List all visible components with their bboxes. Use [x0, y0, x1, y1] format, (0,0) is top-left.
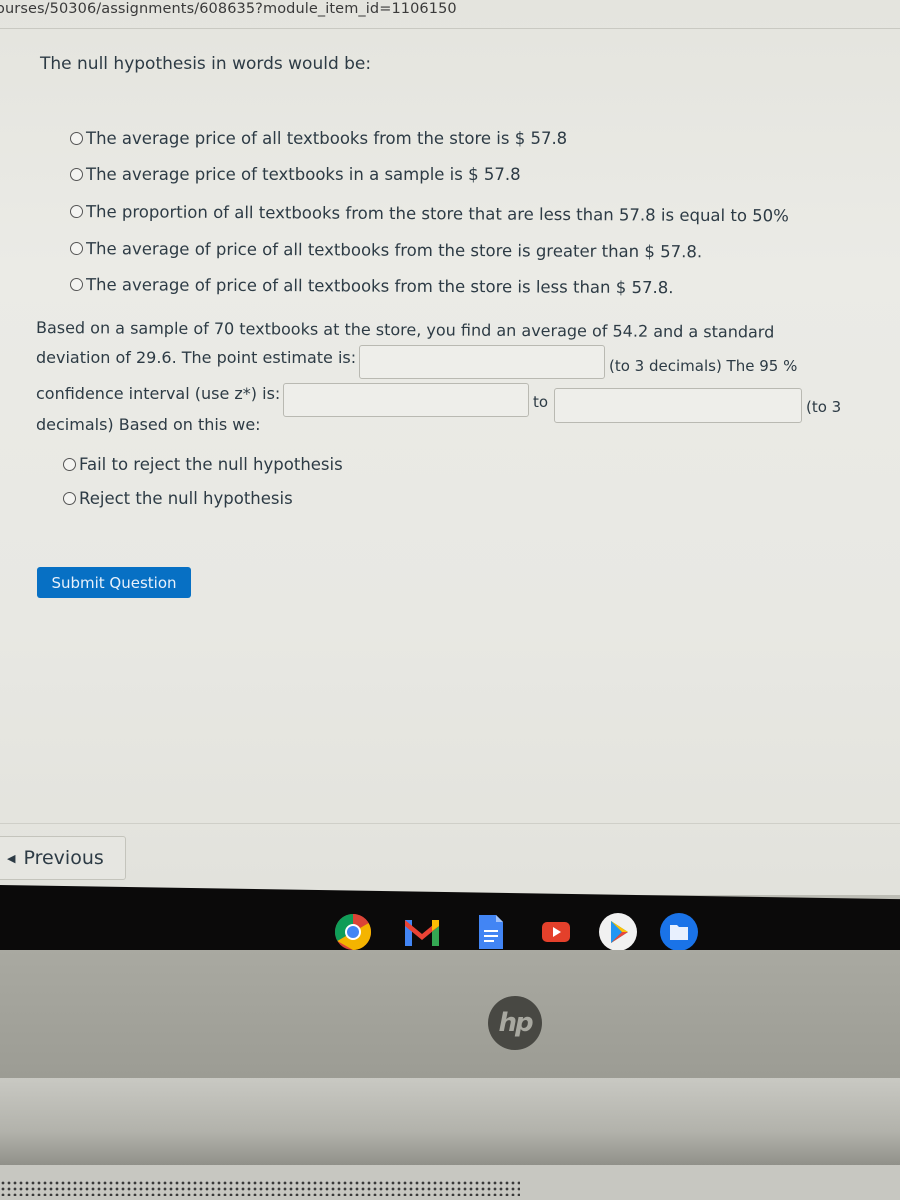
previous-label: Previous: [23, 847, 104, 869]
ci-hint: (to 3: [806, 398, 842, 416]
option-label: The average price of textbooks in a samp…: [86, 165, 521, 184]
question-prompt: The null hypothesis in words would be:: [40, 54, 372, 74]
decision-label: decimals) Based on this we:: [36, 415, 261, 434]
radio-button[interactable]: [63, 492, 76, 505]
option-label: Reject the null hypothesis: [79, 489, 293, 508]
point-estimate-hint: (to 3 decimals) The 95 %: [609, 357, 798, 375]
radio-button[interactable]: [63, 458, 76, 471]
option-label: The average of price of all textbooks fr…: [85, 275, 674, 298]
null-option-5[interactable]: The average of price of all textbooks fr…: [69, 275, 674, 298]
option-label: The average of price of all textbooks fr…: [85, 239, 703, 262]
gmail-icon[interactable]: [402, 912, 442, 952]
chrome-icon[interactable]: [333, 912, 373, 953]
decision-option-reject[interactable]: Reject the null hypothesis: [63, 489, 293, 508]
sample-description: Based on a sample of 70 textbooks at the…: [35, 318, 775, 342]
play-store-icon[interactable]: [598, 912, 638, 952]
option-label: The average price of all textbooks from …: [86, 129, 568, 148]
null-option-4[interactable]: The average of price of all textbooks fr…: [69, 239, 703, 262]
files-icon[interactable]: [659, 912, 699, 952]
radio-button[interactable]: [70, 168, 83, 181]
decision-option-fail-to-reject[interactable]: Fail to reject the null hypothesis: [63, 455, 343, 474]
divider: [0, 823, 900, 824]
submit-question-button[interactable]: Submit Question: [37, 567, 191, 598]
previous-button[interactable]: ◀ Previous: [0, 836, 126, 880]
address-bar-url[interactable]: ourses/50306/assignments/608635?module_i…: [0, 1, 457, 17]
null-option-3[interactable]: The proportion of all textbooks from the…: [69, 202, 789, 226]
ci-to-label: to: [533, 393, 549, 411]
point-estimate-input[interactable]: [359, 345, 605, 379]
ci-label: confidence interval (use z*) is:: [36, 384, 281, 403]
point-estimate-label: deviation of 29.6. The point estimate is…: [36, 348, 357, 367]
speaker-grill-holes: [0, 1180, 520, 1196]
null-option-1[interactable]: The average price of all textbooks from …: [70, 129, 567, 148]
laptop-hinge: [0, 1078, 900, 1168]
youtube-icon[interactable]: [536, 912, 576, 952]
option-label: Fail to reject the null hypothesis: [79, 455, 343, 474]
null-option-2[interactable]: The average price of textbooks in a samp…: [70, 165, 521, 184]
caret-left-icon: ◀: [7, 851, 16, 865]
radio-button[interactable]: [69, 242, 84, 256]
divider: [0, 28, 900, 29]
radio-button[interactable]: [69, 278, 84, 292]
ci-upper-input[interactable]: [554, 388, 802, 423]
ci-lower-input[interactable]: [283, 383, 529, 417]
laptop-bezel: [0, 950, 900, 1078]
radio-button[interactable]: [70, 132, 83, 145]
google-docs-icon[interactable]: [470, 912, 510, 952]
radio-button[interactable]: [69, 205, 84, 219]
hp-logo: hp: [488, 996, 542, 1050]
browser-screen: ourses/50306/assignments/608635?module_i…: [0, 0, 900, 895]
option-label: The proportion of all textbooks from the…: [85, 202, 789, 226]
